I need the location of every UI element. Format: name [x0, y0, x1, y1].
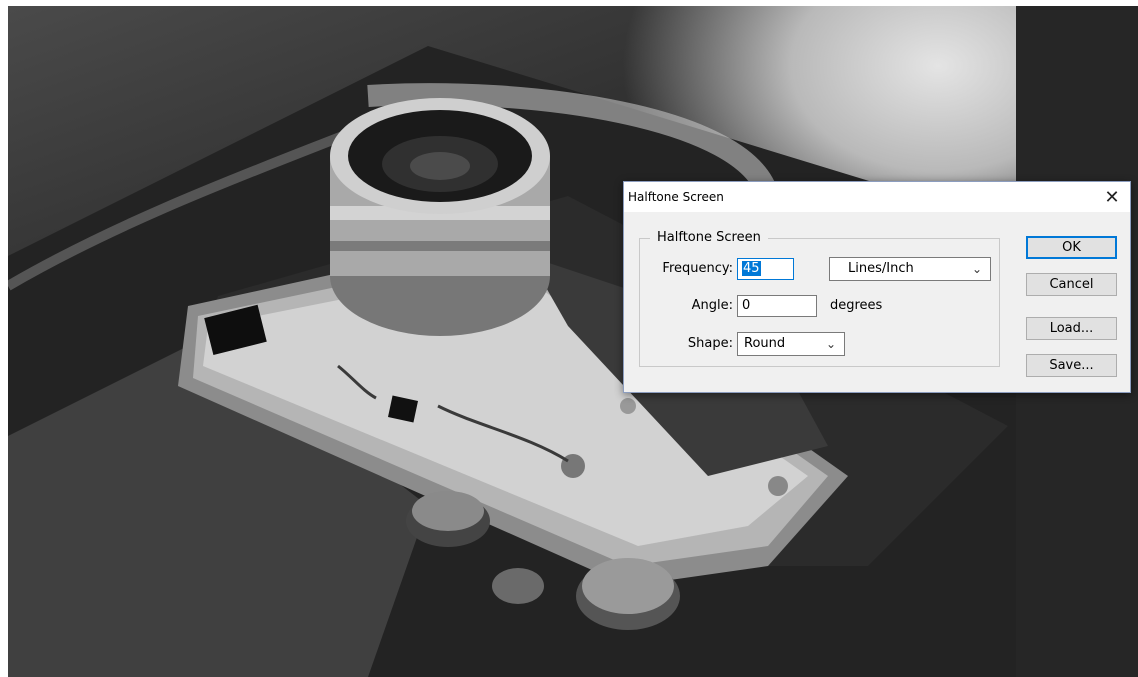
angle-value: 0 [742, 298, 751, 313]
angle-unit: degrees [830, 298, 883, 313]
ok-button[interactable]: OK [1026, 236, 1117, 259]
cancel-button[interactable]: Cancel [1026, 273, 1117, 296]
frequency-label: Frequency: [662, 261, 733, 276]
frequency-unit-value: Lines/Inch [848, 261, 914, 276]
frequency-input[interactable]: 45 [737, 258, 794, 280]
shape-select[interactable]: Round ⌄ [737, 332, 845, 356]
shape-label: Shape: [687, 336, 733, 351]
angle-label: Angle: [691, 298, 733, 313]
dialog-titlebar[interactable]: Halftone Screen ✕ [624, 182, 1130, 212]
angle-input[interactable]: 0 [737, 295, 817, 317]
chevron-down-icon: ⌄ [825, 337, 836, 351]
dialog-title: Halftone Screen [628, 190, 724, 204]
halftone-screen-dialog: Halftone Screen ✕ Halftone Screen Freque… [623, 181, 1131, 393]
frequency-value: 45 [742, 261, 761, 276]
group-title: Halftone Screen [650, 229, 768, 247]
close-icon[interactable]: ✕ [1094, 182, 1130, 212]
frequency-unit-select[interactable]: Lines/Inch ⌄ [829, 257, 991, 281]
save-button[interactable]: Save... [1026, 354, 1117, 377]
shape-value: Round [744, 336, 786, 351]
load-button[interactable]: Load... [1026, 317, 1117, 340]
chevron-down-icon: ⌄ [971, 262, 982, 276]
